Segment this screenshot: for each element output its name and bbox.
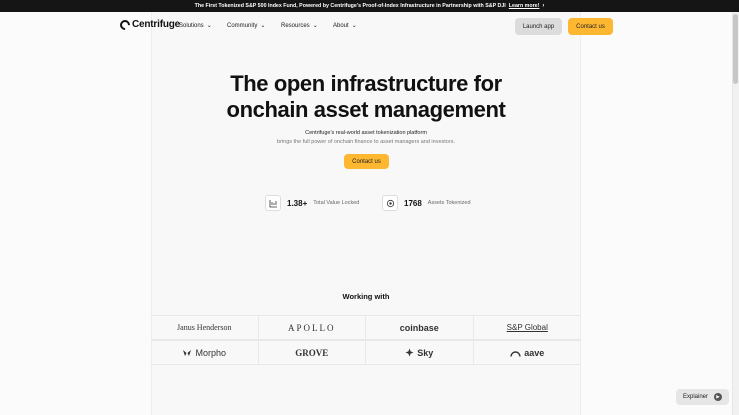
partner-logo-grid: Janus Henderson APOLLO coinbase S&P Glob… — [151, 315, 581, 365]
hero-title: The open infrastructure for onchain asse… — [151, 71, 581, 123]
nav-item-resources[interactable]: Resources ⌄ — [281, 22, 318, 30]
explainer-label: Explainer — [682, 394, 708, 400]
banner-text: The First Tokenized S&P 500 Index Fund, … — [194, 3, 506, 9]
morpho-butterfly-icon — [182, 344, 192, 362]
logo-text: aave — [524, 347, 545, 358]
partner-logo-coinbase: coinbase — [366, 315, 474, 340]
logo-text: GROVE — [295, 347, 329, 358]
brand-logo[interactable]: Centrifuge — [117, 17, 181, 32]
stat-label: Assets Tokenized — [427, 200, 471, 206]
nav-label: Resources — [281, 22, 310, 29]
partner-logo-sp-global: S&P Global — [473, 315, 581, 340]
scrollbar-thumb[interactable] — [733, 14, 738, 84]
stat-value: 1.38+ — [287, 198, 308, 208]
nav-item-about[interactable]: About ⌄ — [333, 22, 357, 30]
banner-learn-more-link[interactable]: Learn more! — [509, 3, 540, 9]
nav-label: Solutions — [179, 22, 204, 29]
stat-assets: 1768 Assets Tokenized — [382, 195, 471, 211]
hero-subtitle-line2: brings the full power of onchain finance… — [277, 139, 455, 145]
stat-tvl: 1.38+ Total Value Locked — [265, 195, 359, 211]
nav-label: About — [333, 22, 349, 29]
hero-contact-button[interactable]: Contact us — [344, 154, 389, 169]
logo-text: Janus Henderson — [177, 323, 232, 332]
centrifuge-logo-icon — [117, 17, 133, 32]
brand-name: Centrifuge — [132, 19, 181, 30]
chevron-down-icon: ⌄ — [206, 23, 212, 29]
explainer-button[interactable]: Explainer ▶ — [676, 389, 729, 405]
logo-text: APOLLO — [288, 322, 336, 333]
logo-text: Sky — [417, 347, 434, 358]
partner-logo-grove: GROVE — [258, 340, 366, 365]
logo-text: S&P Global — [506, 323, 548, 332]
partner-logo-aave: aave — [473, 340, 581, 365]
logo-text: Morpho — [195, 347, 226, 358]
hero-title-line1: The open infrastructure for — [230, 71, 502, 96]
partner-logo-sky: Sky — [366, 340, 474, 365]
nav-item-community[interactable]: Community ⌄ — [227, 22, 266, 30]
partner-logo-janus-henderson: Janus Henderson — [151, 315, 259, 340]
partners-heading: Working with — [342, 292, 390, 301]
hero-subtitle-line1: Centrifuge's real-world asset tokenizati… — [305, 130, 427, 136]
play-icon: ▶ — [714, 393, 722, 401]
logo-text: coinbase — [399, 322, 439, 333]
nav-item-solutions[interactable]: Solutions ⌄ — [179, 22, 212, 30]
chevron-down-icon: ⌄ — [351, 23, 357, 29]
chevron-down-icon: ⌄ — [312, 23, 318, 29]
aave-ghost-icon — [510, 344, 521, 362]
stat-label: Total Value Locked — [313, 200, 360, 206]
announcement-banner: The First Tokenized S&P 500 Index Fund, … — [0, 0, 739, 12]
partner-logo-apollo: APOLLO — [258, 315, 366, 340]
sky-star-icon — [405, 344, 414, 362]
asset-icon — [382, 195, 398, 211]
chevron-right-icon: › — [542, 3, 545, 9]
chevron-down-icon: ⌄ — [260, 23, 266, 29]
partner-logo-morpho: Morpho — [151, 340, 259, 365]
nav-label: Community — [227, 22, 258, 29]
chart-icon — [265, 195, 281, 211]
stat-value: 1768 — [404, 198, 422, 208]
hero-title-line2: onchain asset management — [226, 97, 506, 122]
nav-contact-button[interactable]: Contact us — [568, 18, 613, 35]
launch-app-button[interactable]: Launch app — [515, 18, 562, 35]
